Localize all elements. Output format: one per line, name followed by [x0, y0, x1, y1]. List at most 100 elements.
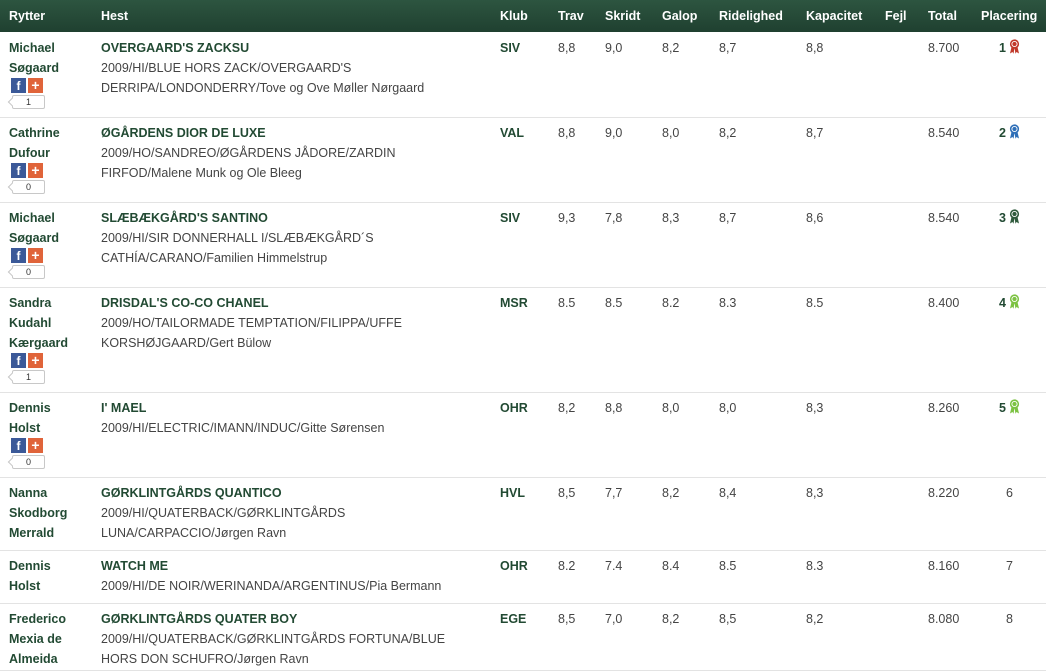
table-row: Nanna Skodborg Merrald GØRKLINTGÅRDS QUANTI… — [0, 477, 1046, 551]
col-klub[interactable]: Klub — [500, 9, 528, 23]
rider-name-line: Nanna — [9, 486, 48, 500]
horse-name-link[interactable]: SLÆBÆKGÅRD'S SANTINO — [101, 208, 461, 228]
horse-info: WATCH ME 2009/HI/DE NOIR/WERINANDA/ARGENT… — [101, 556, 461, 596]
placement: 1 — [999, 38, 1020, 60]
rider-name-line: Michael — [9, 211, 55, 225]
plus-icon[interactable]: + — [28, 438, 43, 453]
table-row: Michael Søgaard f +1 OVERGAARD'S ZACKSU 2009/… — [0, 32, 1046, 118]
plus-icon[interactable]: + — [28, 78, 43, 93]
placement: 7 — [1006, 556, 1013, 576]
table-row: Cathrine Dufour f +0 ØGÅRDENS DIOR DE LUXE 20… — [0, 117, 1046, 203]
score-total: 8.400 — [928, 296, 960, 310]
rider-name[interactable]: Cathrine Dufour — [9, 123, 89, 163]
horse-name-link[interactable]: GØRKLINTGÅRDS QUATER BOY — [101, 609, 461, 629]
plus-icon[interactable]: + — [28, 248, 43, 263]
horse-info: DRISDAL'S CO-CO CHANEL 2009/HO/TAILORMADE… — [101, 293, 461, 353]
horse-name-link[interactable]: GØRKLINTGÅRDS QUANTICO — [101, 483, 461, 503]
score-trav: 8.2 — [558, 559, 576, 573]
rider-name[interactable]: Michael Søgaard — [9, 38, 89, 78]
horse-info: OVERGAARD'S ZACKSU 2009/HI/BLUE HORS ZACK… — [101, 38, 461, 98]
col-ridelighed[interactable]: Ridelighed — [719, 9, 783, 23]
horse-name-link[interactable]: I' MAEL — [101, 398, 461, 418]
horse-pedigree: FIRFOD/Malene Munk og Ole Bleeg — [101, 166, 302, 180]
placement-number: 4 — [999, 296, 1006, 310]
table-row: Sandra Kudahl Kærgaard f +1 DRISDAL'S CO-CO C… — [0, 287, 1046, 393]
table-header: Rytter Hest Klub Trav Skridt Galop Ridel… — [0, 0, 1046, 32]
share-count: 0 — [12, 455, 45, 469]
score-total: 8.700 — [928, 41, 960, 55]
horse-info: GØRKLINTGÅRDS QUATER BOY 2009/HI/QUATERBA… — [101, 609, 461, 669]
score-skridt: 8,8 — [605, 401, 623, 415]
col-kapacitet[interactable]: Kapacitet — [806, 9, 862, 23]
col-trav[interactable]: Trav — [558, 9, 584, 23]
score-ridelighed: 8,0 — [719, 401, 737, 415]
col-galop[interactable]: Galop — [662, 9, 697, 23]
rider-name-line: Mexia de — [9, 632, 62, 646]
placement-number: 3 — [999, 211, 1006, 225]
score-kapacitet: 8,6 — [806, 211, 824, 225]
club-code: OHR — [500, 559, 528, 573]
col-fejl[interactable]: Fejl — [885, 9, 907, 23]
score-trav: 9,3 — [558, 211, 576, 225]
score-kapacitet: 8,2 — [806, 612, 824, 626]
score-ridelighed: 8,7 — [719, 41, 737, 55]
rider-name[interactable]: Dennis Holst — [9, 398, 89, 438]
score-total: 8.540 — [928, 126, 960, 140]
col-rytter[interactable]: Rytter — [9, 9, 45, 23]
club-code: VAL — [500, 126, 525, 140]
rider-name[interactable]: Frederico Mexia de Almeida — [9, 609, 89, 669]
col-placering[interactable]: Placering — [981, 9, 1037, 23]
score-trav: 8,8 — [558, 41, 576, 55]
horse-pedigree: 2009/HI/SIR DONNERHALL I/SLÆBÆKGÅRD´S — [101, 231, 374, 245]
facebook-icon[interactable]: f — [11, 438, 26, 453]
facebook-icon[interactable]: f — [11, 248, 26, 263]
rider-name-line: Skodborg — [9, 506, 68, 520]
club-code: OHR — [500, 401, 528, 415]
horse-name-link[interactable]: DRISDAL'S CO-CO CHANEL — [101, 293, 461, 313]
score-ridelighed: 8,7 — [719, 211, 737, 225]
rider-name[interactable]: Dennis Holst — [9, 556, 89, 596]
rider-name-line: Merrald — [9, 526, 55, 540]
placement-number: 1 — [999, 41, 1006, 55]
horse-pedigree: 2009/HO/TAILORMADE TEMPTATION/FILIPPA/UF… — [101, 316, 402, 330]
rider-name-line: Cathrine — [9, 126, 60, 140]
col-skridt[interactable]: Skridt — [605, 9, 640, 23]
facebook-icon[interactable]: f — [11, 78, 26, 93]
rider-name-line: Søgaard — [9, 61, 60, 75]
score-galop: 8,0 — [662, 126, 680, 140]
horse-pedigree: 2009/HI/QUATERBACK/GØRKLINTGÅRDS — [101, 506, 346, 520]
horse-info: SLÆBÆKGÅRD'S SANTINO 2009/HI/SIR DONNERHA… — [101, 208, 461, 268]
placement-number: 2 — [999, 126, 1006, 140]
horse-pedigree: 2009/HI/QUATERBACK/GØRKLINTGÅRDS FORTUNA… — [101, 632, 446, 646]
horse-pedigree: DERRIPA/LONDONDERRY/Tove og Ove Møller N… — [101, 81, 425, 95]
horse-name-link[interactable]: OVERGAARD'S ZACKSU — [101, 38, 461, 58]
score-galop: 8.2 — [662, 296, 680, 310]
placement-number: 5 — [999, 401, 1006, 415]
rider-name[interactable]: Nanna Skodborg Merrald — [9, 483, 89, 543]
rider-name[interactable]: Michael Søgaard — [9, 208, 89, 248]
score-galop: 8,2 — [662, 486, 680, 500]
placement: 2 — [999, 123, 1020, 145]
score-galop: 8.4 — [662, 559, 680, 573]
rider-name-line: Søgaard — [9, 231, 60, 245]
plus-icon[interactable]: + — [28, 163, 43, 178]
horse-info: I' MAEL 2009/HI/ELECTRIC/IMANN/INDUC/Gitt… — [101, 398, 461, 438]
rider-name-line: Michael — [9, 41, 55, 55]
facebook-icon[interactable]: f — [11, 353, 26, 368]
results-table: Rytter Hest Klub Trav Skridt Galop Ridel… — [0, 0, 1046, 671]
rider-name[interactable]: Sandra Kudahl Kærgaard — [9, 293, 89, 353]
score-ridelighed: 8,4 — [719, 486, 737, 500]
ribbon-icon — [1009, 39, 1020, 60]
col-total[interactable]: Total — [928, 9, 957, 23]
score-total: 8.160 — [928, 559, 960, 573]
score-skridt: 7,7 — [605, 486, 623, 500]
col-hest[interactable]: Hest — [101, 9, 128, 23]
score-skridt: 9,0 — [605, 126, 623, 140]
facebook-icon[interactable]: f — [11, 163, 26, 178]
plus-icon[interactable]: + — [28, 353, 43, 368]
horse-name-link[interactable]: WATCH ME — [101, 556, 461, 576]
score-skridt: 7,0 — [605, 612, 623, 626]
score-trav: 8,5 — [558, 612, 576, 626]
horse-pedigree: 2009/HI/ELECTRIC/IMANN/INDUC/Gitte Søren… — [101, 421, 385, 435]
horse-name-link[interactable]: ØGÅRDENS DIOR DE LUXE — [101, 123, 461, 143]
